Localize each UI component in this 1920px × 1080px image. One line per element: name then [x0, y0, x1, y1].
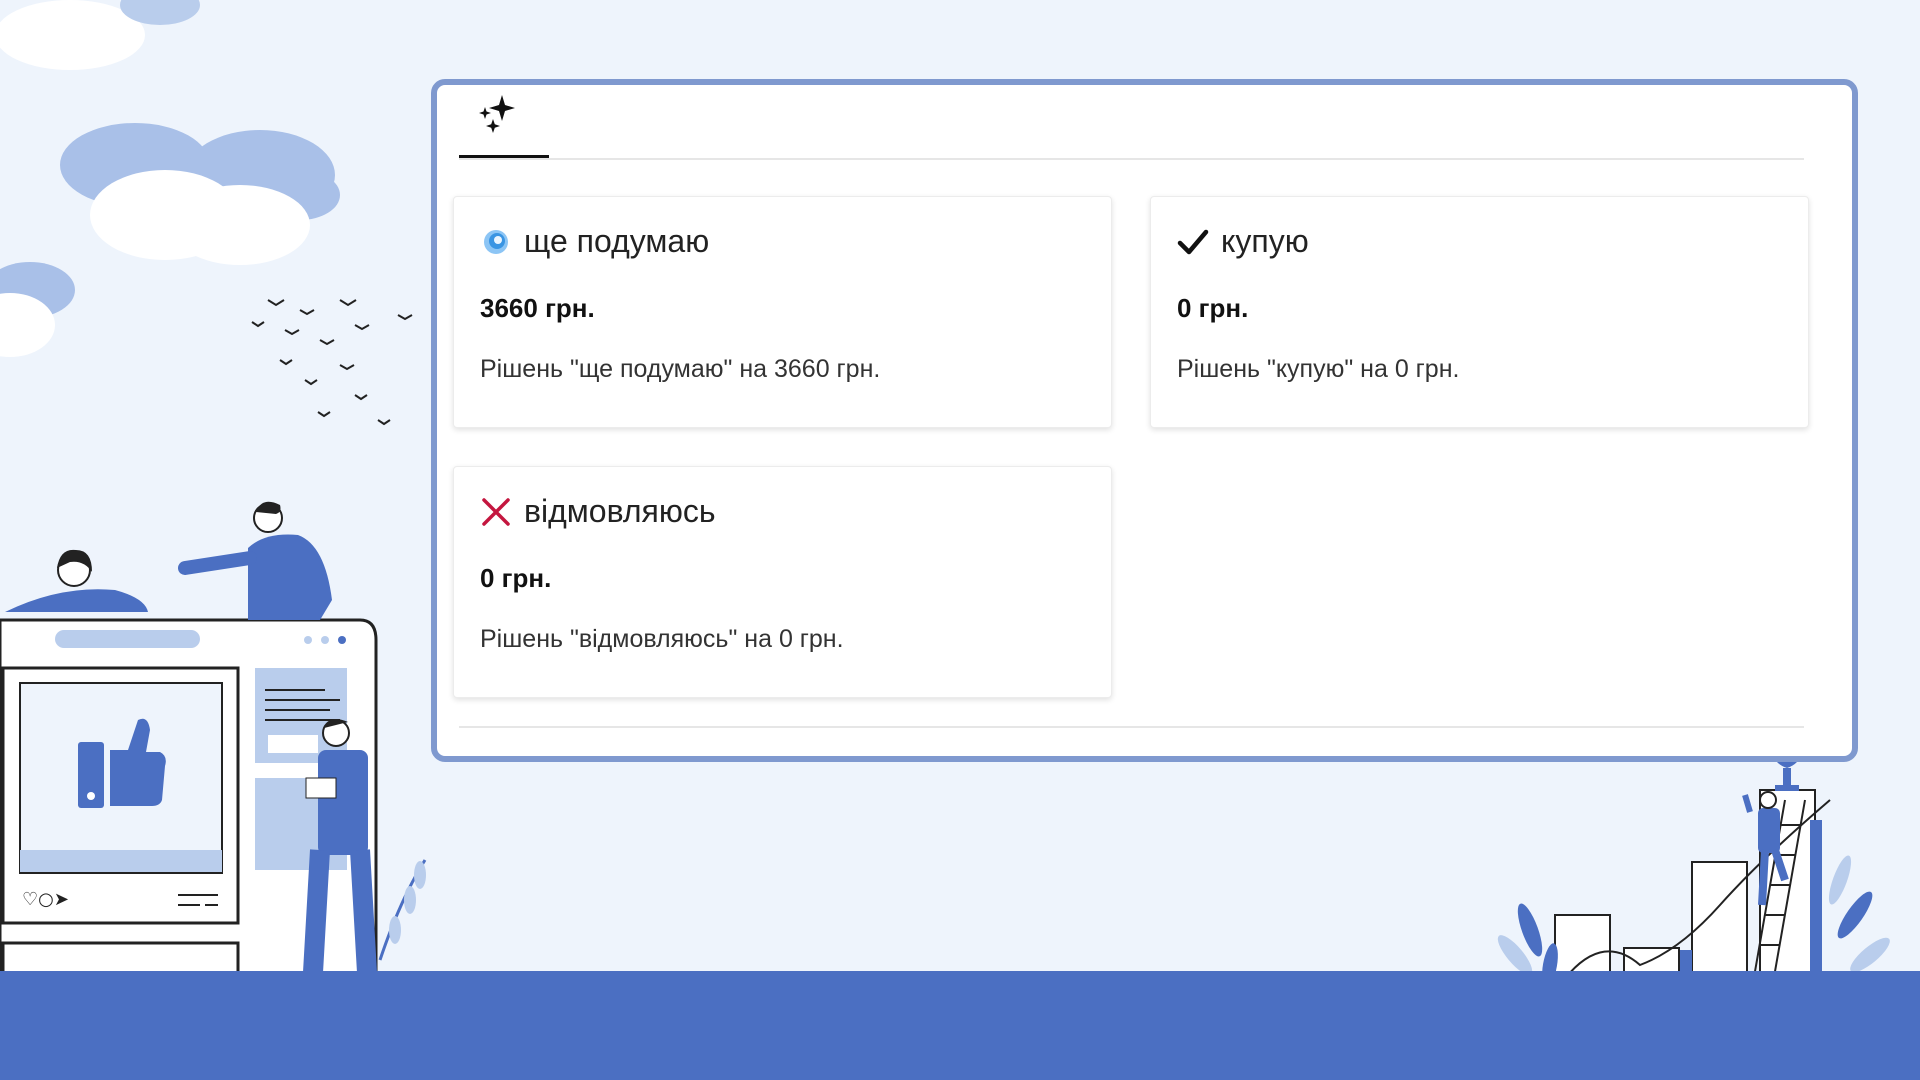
card-description: Рішень "купую" на 0 грн.: [1177, 355, 1460, 383]
birds-icon: [251, 299, 413, 426]
decision-card-buy[interactable]: купую 0 грн. Рішень "купую" на 0 грн.: [1150, 196, 1809, 428]
ground-band: [0, 971, 1920, 1080]
sparkles-icon: [479, 95, 515, 133]
cloud-icon: [0, 262, 75, 357]
card-header: ще подумаю: [480, 223, 709, 260]
cloud-icon: [0, 0, 200, 70]
card-header: відмовляюсь: [480, 493, 716, 530]
cloud-icon: [60, 123, 340, 265]
decision-card-think[interactable]: ще подумаю 3660 грн. Рішень "ще подумаю"…: [453, 196, 1112, 428]
decisions-panel: ще подумаю 3660 грн. Рішень "ще подумаю"…: [431, 79, 1858, 762]
swirl-icon: [480, 226, 512, 258]
checkmark-icon: [1177, 226, 1209, 258]
growth-chart-illustration: [1490, 733, 1890, 1001]
decision-card-refuse[interactable]: відмовляюсь 0 грн. Рішень "відмовляюсь" …: [453, 466, 1112, 698]
card-amount: 0 грн.: [1177, 293, 1249, 323]
card-amount: 3660 грн.: [480, 293, 595, 323]
card-title: відмовляюсь: [524, 493, 716, 529]
card-header: купую: [1177, 223, 1309, 260]
bottom-divider: [459, 726, 1804, 728]
card-amount: 0 грн.: [480, 563, 552, 593]
card-description: Рішень "відмовляюсь" на 0 грн.: [480, 625, 844, 653]
svg-text:♡○➤: ♡○➤: [22, 889, 69, 910]
cross-icon: [480, 496, 512, 528]
card-description: Рішень "ще подумаю" на 3660 грн.: [480, 355, 881, 383]
card-title: купую: [1221, 223, 1309, 259]
card-title: ще подумаю: [524, 223, 710, 259]
tab-bar: [459, 85, 1804, 160]
tab-sparkles[interactable]: [459, 85, 549, 158]
